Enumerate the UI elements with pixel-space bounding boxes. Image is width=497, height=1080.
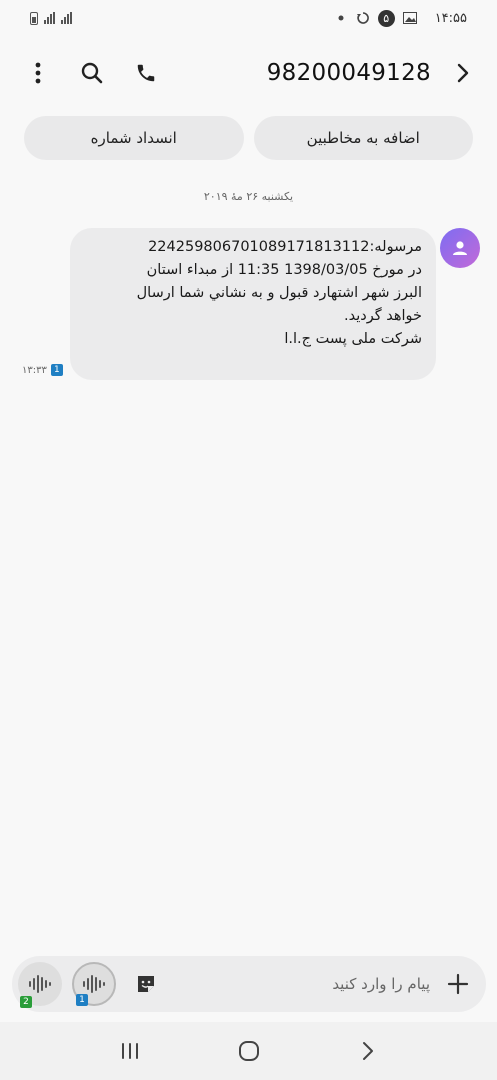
- status-bar: ۵ ۱۴:۵۵: [0, 0, 497, 36]
- message-line: شرکت ملی پست ج.ا.ا: [284, 331, 422, 347]
- waveform-icon: [83, 975, 105, 993]
- sticker-icon[interactable]: [126, 964, 166, 1004]
- sim1-badge: 1: [76, 994, 88, 1006]
- date-separator: یکشنبه ۲۶ مهٔ ۲۰۱۹: [203, 190, 294, 203]
- add-to-contacts-button[interactable]: اضافه به مخاطبین: [253, 116, 473, 160]
- app-bar-actions: [24, 59, 160, 87]
- battery-icon: [30, 11, 38, 25]
- voice-sim1-button[interactable]: 1: [72, 962, 116, 1006]
- message-line: مرسوله:2242598067010891718131​12: [148, 239, 422, 255]
- message-time: ۱۳:۳۳: [22, 364, 47, 376]
- block-number-button[interactable]: انسداد شماره: [24, 116, 244, 160]
- person-icon: [453, 241, 467, 255]
- conversation-title: 98200049128: [266, 60, 431, 86]
- system-nav-bar: [0, 1022, 497, 1080]
- search-icon[interactable]: [78, 59, 106, 87]
- sim-badge: 1: [50, 364, 63, 376]
- status-left: [30, 11, 72, 25]
- action-pills: انسداد شماره اضافه به مخاطبین: [24, 116, 473, 160]
- avatar[interactable]: [440, 228, 480, 268]
- message-composer: 2 1: [12, 956, 486, 1012]
- sync-icon: [356, 12, 370, 24]
- message-line: خواهد گرديد.: [344, 308, 422, 324]
- status-time: ۱۴:۵۵: [434, 10, 467, 26]
- voice-sim2-button[interactable]: 2: [18, 962, 62, 1008]
- message-line: البرز شهر اشتهارد قبول و به نشاني شما ار…: [136, 285, 422, 301]
- recent-apps-icon[interactable]: [110, 1031, 150, 1071]
- message-line: در مورخ 1398/03/05 11:35 از مبداء استان: [146, 262, 422, 278]
- signal-2-icon: [61, 12, 72, 24]
- add-attachment-icon[interactable]: [440, 966, 476, 1002]
- sim2-badge: 2: [20, 996, 32, 1008]
- app-bar: 98200049128: [0, 52, 497, 94]
- title-wrap: 98200049128: [267, 59, 477, 87]
- notification-count-badge: ۵: [377, 9, 395, 27]
- status-right: ۵ ۱۴:۵۵: [334, 9, 467, 27]
- back-chevron-icon[interactable]: [449, 59, 477, 87]
- signal-icon: [44, 12, 55, 24]
- home-icon[interactable]: [229, 1031, 269, 1071]
- back-nav-icon[interactable]: [348, 1031, 388, 1071]
- message-meta: ۱۳:۳۳ 1: [22, 364, 63, 376]
- message-bubble[interactable]: مرسوله:2242598067010891718131​12 در مورخ…: [70, 228, 436, 380]
- waveform-icon: [29, 975, 51, 993]
- dot-icon: [334, 12, 348, 24]
- phone-icon[interactable]: [132, 59, 160, 87]
- gallery-icon: [402, 12, 417, 24]
- more-vert-icon[interactable]: [24, 59, 52, 87]
- message-input[interactable]: [166, 964, 440, 1004]
